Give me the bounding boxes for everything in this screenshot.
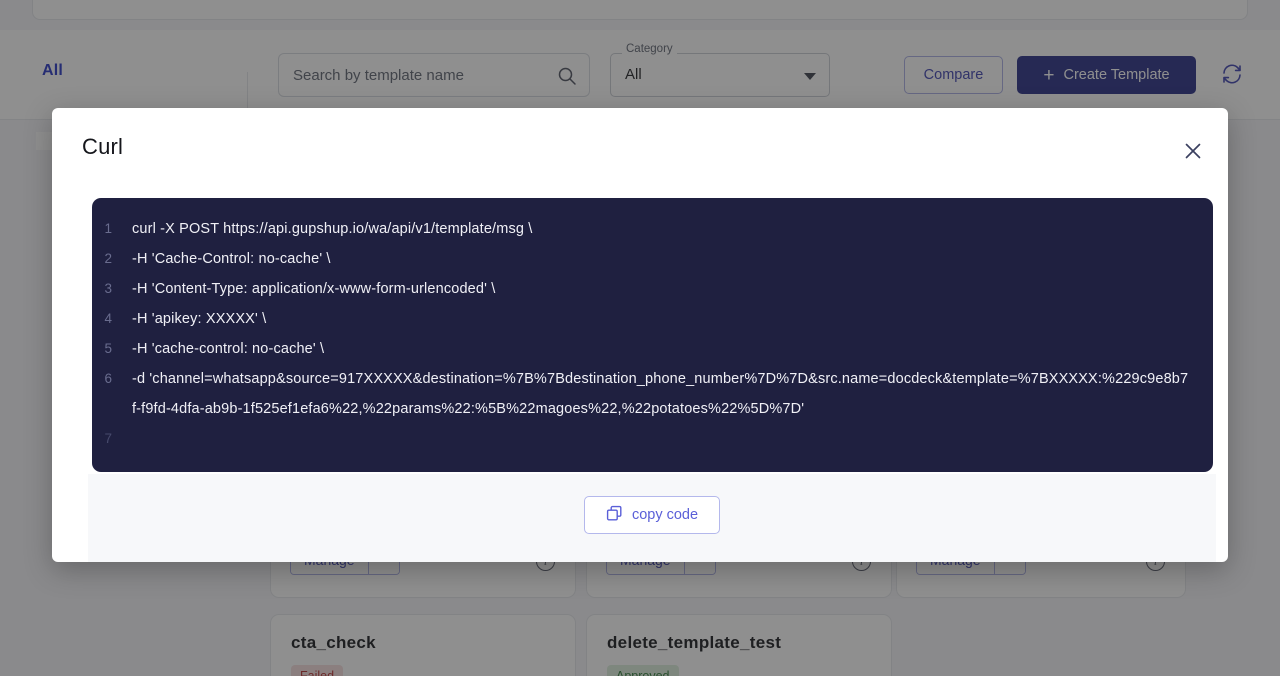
code-text[interactable]: -H 'Cache-Control: no-cache' \: [132, 244, 1191, 274]
code-line: 3 -H 'Content-Type: application/x-www-fo…: [92, 274, 1213, 304]
close-icon[interactable]: [1180, 138, 1206, 164]
code-line: 5 -H 'cache-control: no-cache' \: [92, 334, 1213, 364]
copy-code-label: copy code: [631, 507, 699, 523]
code-text[interactable]: -H 'Content-Type: application/x-www-form…: [132, 274, 1191, 304]
code-text[interactable]: curl -X POST https://api.gupshup.io/wa/a…: [132, 214, 1191, 244]
line-number: 4: [104, 311, 112, 326]
code-text[interactable]: -H 'cache-control: no-cache' \: [132, 334, 1191, 364]
curl-code-block: 1 curl -X POST https://api.gupshup.io/wa…: [92, 198, 1213, 472]
code-line: 4 -H 'apikey: XXXXX' \: [92, 304, 1213, 334]
line-number: 7: [104, 431, 112, 446]
line-number: 3: [104, 281, 112, 296]
copy-icon: [606, 505, 623, 526]
line-number: 1: [104, 221, 112, 236]
code-line: 1 curl -X POST https://api.gupshup.io/wa…: [92, 214, 1213, 244]
modal-footer: copy code: [88, 474, 1216, 562]
modal-header: Curl: [52, 108, 1228, 194]
line-number: 5: [104, 341, 112, 356]
copy-code-button[interactable]: copy code: [584, 496, 720, 534]
curl-modal: Curl 1 curl -X POST https://api.gupshup.…: [52, 108, 1228, 562]
code-line: 7: [92, 424, 1213, 454]
code-text[interactable]: -H 'apikey: XXXXX' \: [132, 304, 1191, 334]
modal-title: Curl: [82, 134, 124, 159]
code-text[interactable]: -d 'channel=whatsapp&source=917XXXXX&des…: [132, 364, 1191, 424]
screen: All Search by template name All Category…: [0, 0, 1280, 676]
line-number: 2: [104, 251, 112, 266]
code-line: 6 -d 'channel=whatsapp&source=917XXXXX&d…: [92, 364, 1213, 424]
line-number: 6: [104, 371, 112, 386]
code-line: 2 -H 'Cache-Control: no-cache' \: [92, 244, 1213, 274]
